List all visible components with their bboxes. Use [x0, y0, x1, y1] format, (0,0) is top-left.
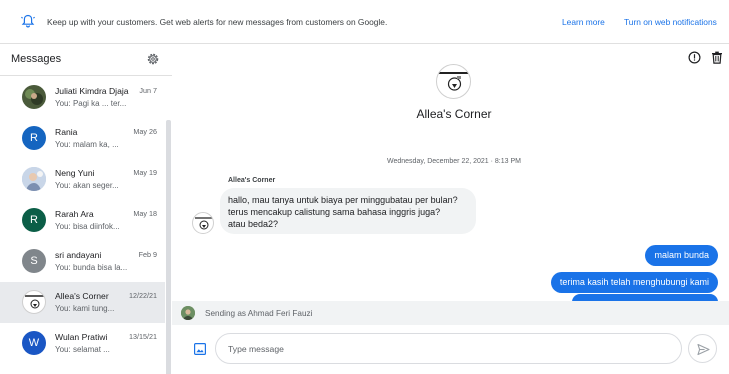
contact-name: Allea's Corner	[416, 107, 492, 121]
conversation-preview: You: kami tung...	[55, 304, 115, 313]
learn-more-link[interactable]: Learn more	[562, 17, 605, 27]
sending-as-bar: Sending as Ahmad Feri Fauzi	[172, 301, 729, 325]
conversation-item[interactable]: R Rarah Ara You: bisa diinfok... May 18	[0, 200, 165, 241]
conversation-name: sri andayani	[55, 250, 102, 260]
conversation-date: May 19	[133, 168, 157, 177]
conversation-name: Neng Yuni	[55, 168, 95, 178]
conversation-preview: You: malam ka, ...	[55, 140, 119, 149]
notification-banner: Keep up with your customers. Get web ale…	[0, 0, 729, 44]
sidebar-title: Messages	[11, 53, 62, 65]
conversation-date: May 26	[133, 127, 157, 136]
sidebar-header: Messages	[0, 44, 172, 76]
conversation-date: Feb 9	[138, 250, 157, 259]
avatar: R	[22, 126, 46, 150]
sidebar-scrollbar[interactable]	[166, 120, 171, 374]
avatar	[22, 290, 46, 314]
message-line: terus mencakup calistung sama bahasa ing…	[228, 207, 441, 217]
message-line: hallo, mau tanya untuk biaya per minggub…	[228, 195, 458, 205]
sender-label: Allea's Corner	[228, 177, 276, 184]
message-line: atau beda2?	[228, 219, 279, 229]
date-separator: Wednesday, December 22, 2021 · 8:13 PM	[387, 158, 521, 165]
avatar	[22, 167, 46, 191]
conversation-list: Juliati Kimdra Djaja You: Pagi ka ... te…	[0, 77, 165, 364]
conversation-preview: You: Pagi ka ... ter...	[55, 99, 127, 108]
banner-text: Keep up with your customers. Get web ale…	[47, 17, 388, 27]
conversation-date: May 18	[133, 209, 157, 218]
conversation-name: Juliati Kimdra Djaja	[55, 86, 129, 96]
outgoing-message: terima kasih telah menghubungi kami	[550, 272, 718, 293]
sender-avatar	[192, 212, 214, 234]
conversation-name: Rania	[55, 127, 78, 137]
conversation-preview: You: bunda bisa la...	[55, 263, 128, 272]
conversation-name: Rarah Ara	[55, 209, 94, 219]
image-icon[interactable]	[194, 343, 206, 355]
conversation-item-active[interactable]: Allea's Corner You: kami tung... 12/22/2…	[0, 282, 165, 323]
avatar	[22, 85, 46, 109]
conversation-preview: You: akan seger...	[55, 181, 119, 190]
sender-avatar-small	[181, 306, 195, 320]
avatar: S	[22, 249, 46, 273]
conversation-date: 12/22/21	[129, 291, 157, 300]
avatar: R	[22, 208, 46, 232]
compose-area: Sending as Ahmad Feri Fauzi	[172, 301, 729, 374]
conversation-item[interactable]: W Wulan Pratiwi You: selamat ... 13/15/2…	[0, 323, 165, 364]
incoming-message: hallo, mau tanya untuk biaya per minggub…	[220, 188, 476, 234]
send-icon	[697, 343, 710, 356]
conversation-preview: You: selamat ...	[55, 345, 110, 354]
contact-avatar	[436, 64, 471, 99]
bell-icon	[21, 14, 35, 28]
trash-icon[interactable]	[711, 51, 723, 64]
message-input[interactable]	[215, 333, 682, 364]
conversation-date: 13/15/21	[129, 332, 157, 341]
conversation-preview: You: bisa diinfok...	[55, 222, 120, 231]
info-icon[interactable]	[688, 51, 701, 64]
conversation-item[interactable]: R Rania You: malam ka, ... May 26	[0, 118, 165, 159]
chat-panel: Allea's Corner Wednesday, December 22, 2…	[172, 44, 729, 374]
conversation-item[interactable]: Neng Yuni You: akan seger... May 19	[0, 159, 165, 200]
conversation-name: Wulan Pratiwi	[55, 332, 108, 342]
conversation-date: Jun 7	[139, 86, 157, 95]
conversation-item[interactable]: S sri andayani You: bunda bisa la... Feb…	[0, 241, 165, 282]
turn-on-notifications-link[interactable]: Turn on web notifications	[624, 17, 717, 27]
avatar: W	[22, 331, 46, 355]
conversation-name: Allea's Corner	[55, 291, 109, 301]
send-button[interactable]	[688, 334, 717, 363]
outgoing-message: malam bunda	[645, 245, 718, 266]
conversation-sidebar: Messages Juliati Kimdra Djaja You: Pagi …	[0, 44, 172, 374]
conversation-item[interactable]: Juliati Kimdra Djaja You: Pagi ka ... te…	[0, 77, 165, 118]
sending-as-text: Sending as Ahmad Feri Fauzi	[205, 309, 313, 318]
gear-icon[interactable]	[146, 52, 160, 66]
